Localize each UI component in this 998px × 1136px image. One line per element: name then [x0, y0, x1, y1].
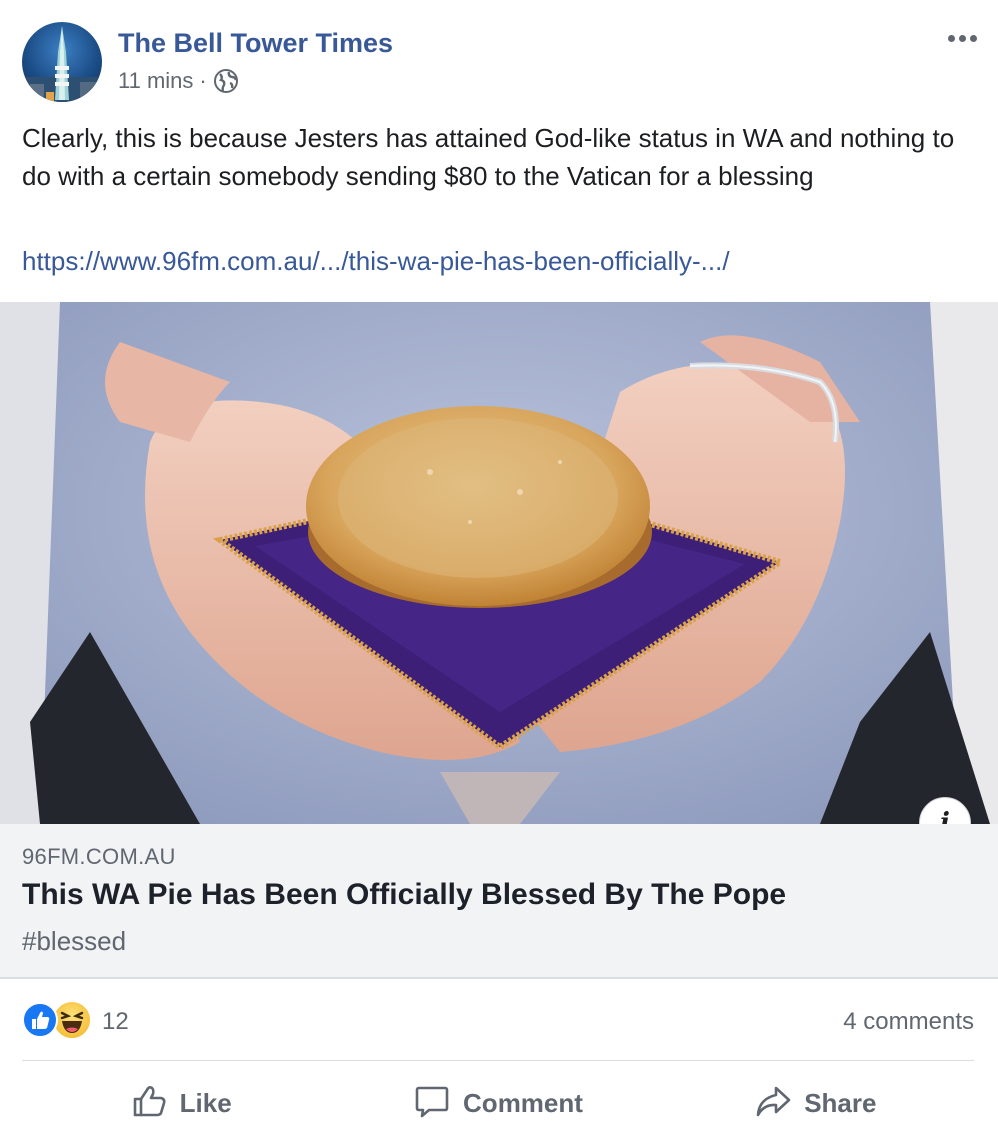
pie-on-cushion-photo — [0, 302, 998, 824]
post-timestamp[interactable]: 11 mins — [118, 68, 193, 94]
more-options-icon[interactable] — [942, 26, 982, 50]
page-avatar[interactable] — [22, 22, 102, 102]
link-title[interactable]: This WA Pie Has Been Officially Blessed … — [22, 878, 786, 912]
like-button[interactable]: Like — [22, 1070, 339, 1136]
post-header: The Bell Tower Times 11 mins · — [0, 0, 998, 120]
share-arrow-icon — [754, 1082, 792, 1125]
like-label: Like — [179, 1087, 232, 1118]
reaction-count[interactable]: 12 — [102, 1008, 129, 1036]
link-description: #blessed — [22, 926, 127, 956]
actions-divider — [22, 1060, 974, 1061]
haha-reaction-icon[interactable] — [52, 1000, 92, 1040]
more-dot — [969, 34, 977, 42]
share-button[interactable]: Share — [657, 1070, 974, 1136]
post-meta: 11 mins · — [118, 68, 239, 94]
page-name-link[interactable]: The Bell Tower Times — [118, 28, 393, 59]
more-dot — [958, 34, 966, 42]
comments-count-link[interactable]: 4 comments — [843, 1008, 974, 1036]
post-body-text: Clearly, this is because Jesters has att… — [22, 123, 955, 191]
meta-separator: · — [199, 68, 207, 93]
post-actions-bar: Like Comment Share — [22, 1070, 974, 1136]
link-preview-card[interactable]: 96FM.COM.AU This WA Pie Has Been Officia… — [0, 824, 998, 979]
comment-label: Comment — [463, 1087, 583, 1118]
comment-bubble-icon — [413, 1082, 451, 1125]
comment-button[interactable]: Comment — [339, 1070, 656, 1136]
like-reaction-icon[interactable] — [22, 1002, 58, 1038]
link-domain: 96FM.COM.AU — [22, 844, 176, 869]
globe-icon[interactable] — [213, 68, 239, 94]
reactions-summary: 12 4 comments — [22, 996, 974, 1046]
share-label: Share — [804, 1087, 877, 1118]
post-url-link[interactable]: https://www.96fm.com.au/.../this-wa-pie-… — [22, 246, 730, 277]
thumbs-up-icon — [130, 1082, 168, 1125]
link-preview-image[interactable] — [0, 302, 998, 824]
more-dot — [947, 34, 955, 42]
